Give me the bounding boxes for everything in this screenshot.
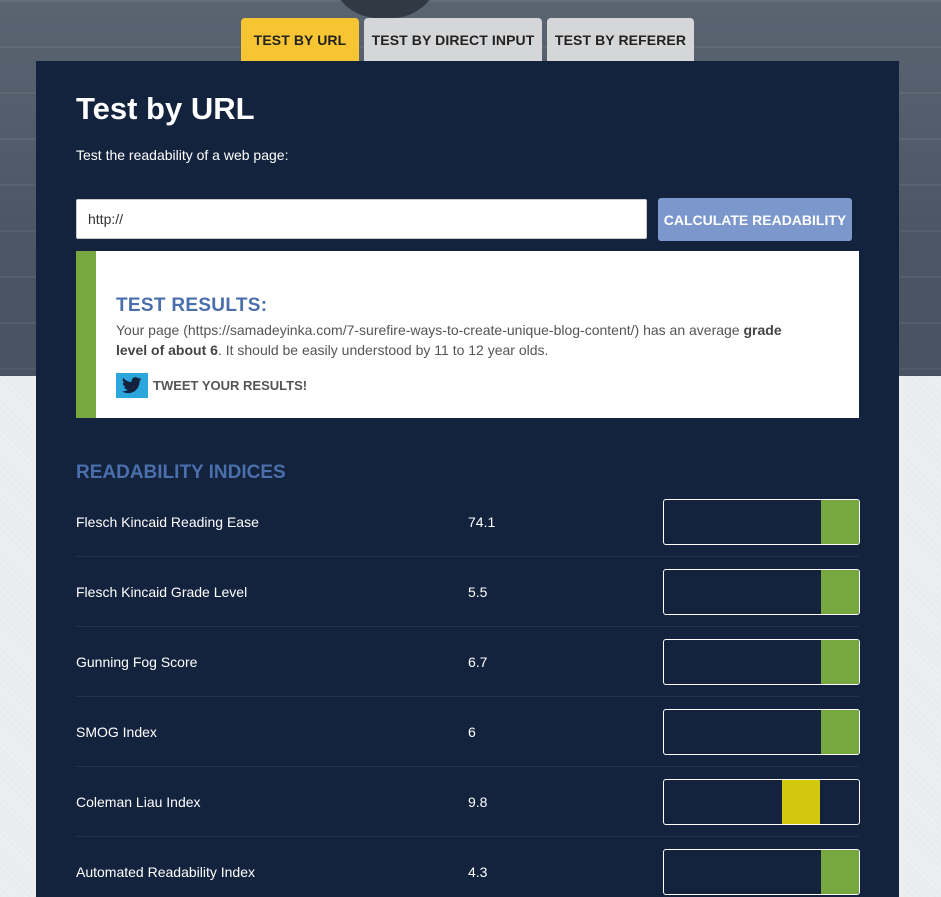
index-score-fill: [782, 780, 820, 824]
results-text: Your page (https://samadeyinka.com/7-sur…: [116, 320, 816, 360]
index-value: 4.3: [468, 864, 488, 880]
tab-test-by-url[interactable]: TEST BY URL: [241, 18, 359, 61]
index-name: Automated Readability Index: [76, 864, 255, 880]
index-score-fill: [821, 500, 859, 544]
results-text-end: . It should be easily understood by 11 t…: [217, 342, 549, 358]
index-row-flesch-kincaid-grade-level: Flesch Kincaid Grade Level 5.5: [76, 557, 860, 627]
test-results-box: TEST RESULTS: Your page (https://samadey…: [76, 251, 859, 418]
index-row-coleman-liau-index: Coleman Liau Index 9.8: [76, 767, 860, 837]
tweet-results-link[interactable]: TWEET YOUR RESULTS!: [116, 373, 307, 398]
index-value: 6.7: [468, 654, 488, 670]
index-score-bar: [663, 709, 860, 755]
index-score-fill: [821, 570, 859, 614]
page-title: Test by URL: [76, 91, 255, 126]
index-name: Coleman Liau Index: [76, 794, 201, 810]
index-score-bar: [663, 779, 860, 825]
index-name: SMOG Index: [76, 724, 157, 740]
results-text-start: Your page (https://samadeyinka.com/7-sur…: [116, 322, 744, 338]
index-name: Flesch Kincaid Reading Ease: [76, 514, 259, 530]
index-score-bar: [663, 849, 860, 895]
test-mode-tabs: TEST BY URL TEST BY DIRECT INPUT TEST BY…: [0, 18, 941, 61]
tweet-results-label: TWEET YOUR RESULTS!: [153, 378, 308, 393]
index-value: 9.8: [468, 794, 488, 810]
results-title: TEST RESULTS:: [116, 295, 268, 316]
twitter-bird-icon: [116, 373, 148, 398]
index-name: Gunning Fog Score: [76, 654, 198, 670]
calculate-readability-button[interactable]: CALCULATE READABILITY: [658, 198, 852, 241]
page-subtitle: Test the readability of a web page:: [76, 147, 289, 163]
index-score-bar: [663, 499, 860, 545]
index-value: 6: [468, 724, 476, 740]
background-decoration: [330, 0, 440, 18]
index-score-fill: [821, 710, 859, 754]
tab-test-by-referer[interactable]: TEST BY REFERER: [547, 18, 694, 61]
index-score-bar: [663, 569, 860, 615]
index-name: Flesch Kincaid Grade Level: [76, 584, 248, 600]
index-score-fill: [821, 850, 859, 894]
index-value: 5.5: [468, 584, 488, 600]
index-row-automated-readability-index: Automated Readability Index 4.3: [76, 837, 860, 897]
readability-indices-title: READABILITY INDICES: [76, 462, 286, 483]
index-row-flesch-kincaid-reading-ease: Flesch Kincaid Reading Ease 74.1: [76, 487, 860, 557]
test-panel: Test by URL Test the readability of a we…: [36, 61, 899, 897]
url-input[interactable]: [76, 199, 647, 239]
index-value: 74.1: [468, 514, 496, 530]
tab-test-by-direct-input[interactable]: TEST BY DIRECT INPUT: [364, 18, 542, 61]
index-row-smog-index: SMOG Index 6: [76, 697, 860, 767]
index-score-bar: [663, 639, 860, 685]
index-row-gunning-fog-score: Gunning Fog Score 6.7: [76, 627, 860, 697]
index-score-fill: [821, 640, 859, 684]
